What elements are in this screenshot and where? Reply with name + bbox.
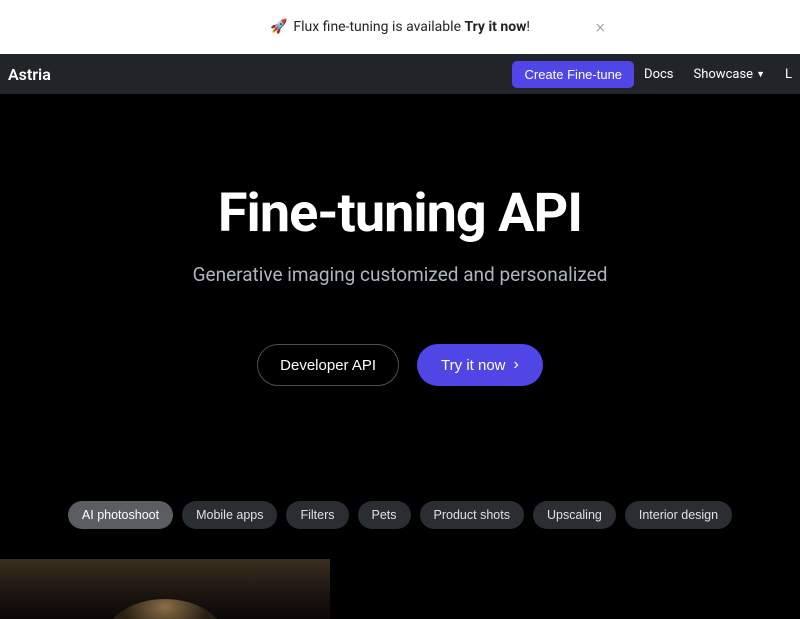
chevron-down-icon: ▼ bbox=[756, 69, 765, 80]
pill-filters[interactable]: Filters bbox=[286, 501, 348, 529]
page-title: Fine-tuning API bbox=[0, 182, 800, 245]
pill-pets[interactable]: Pets bbox=[358, 501, 411, 529]
developer-api-button[interactable]: Developer API bbox=[257, 344, 399, 386]
announcement-link[interactable]: Try it now bbox=[464, 19, 526, 35]
page-subtitle: Generative imaging customized and person… bbox=[0, 263, 800, 286]
nav-docs[interactable]: Docs bbox=[634, 67, 683, 82]
pill-ai-photoshoot[interactable]: AI photoshoot bbox=[68, 501, 173, 529]
pill-product-shots[interactable]: Product shots bbox=[420, 501, 524, 529]
brand-logo[interactable]: Astria bbox=[8, 65, 51, 84]
hero: Fine-tuning API Generative imaging custo… bbox=[0, 94, 800, 386]
rocket-icon: 🚀 bbox=[270, 19, 287, 35]
gallery bbox=[0, 559, 800, 619]
create-finetune-button[interactable]: Create Fine-tune bbox=[512, 61, 634, 88]
nav-showcase[interactable]: Showcase ▼ bbox=[684, 67, 775, 82]
pill-upscaling[interactable]: Upscaling bbox=[533, 501, 616, 529]
close-icon[interactable]: × bbox=[596, 17, 605, 38]
nav-extra[interactable]: L bbox=[775, 67, 792, 82]
navbar: Astria Create Fine-tune Docs Showcase ▼ … bbox=[0, 54, 800, 94]
try-now-button[interactable]: Try it now › bbox=[417, 344, 543, 386]
gallery-image[interactable] bbox=[0, 559, 330, 619]
pill-mobile-apps[interactable]: Mobile apps bbox=[182, 501, 277, 529]
category-pills: AI photoshoot Mobile apps Filters Pets P… bbox=[0, 501, 800, 529]
pill-interior-design[interactable]: Interior design bbox=[625, 501, 732, 529]
chevron-right-icon: › bbox=[514, 356, 519, 374]
announcement-bar: 🚀 Flux fine-tuning is available Try it n… bbox=[0, 0, 800, 54]
announcement-text: Flux fine-tuning is available Try it now… bbox=[293, 19, 530, 35]
